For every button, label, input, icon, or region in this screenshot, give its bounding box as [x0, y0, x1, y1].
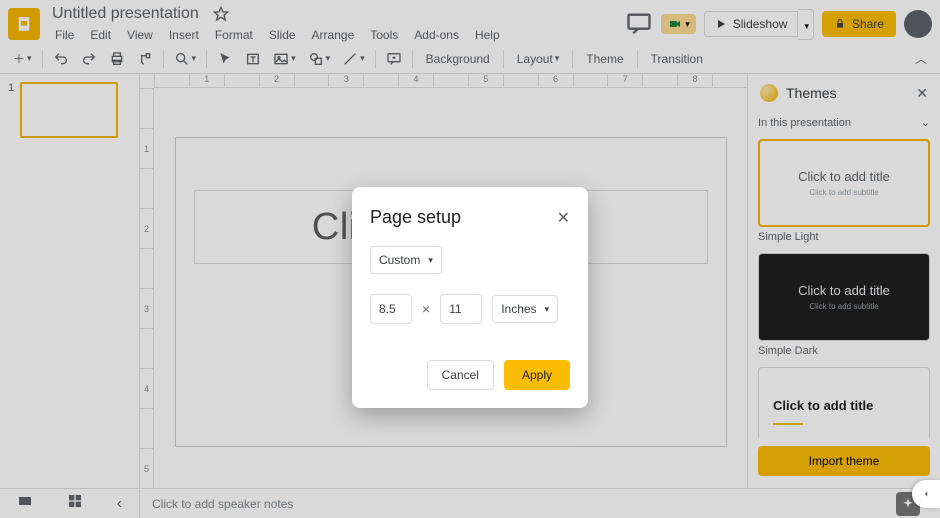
- page-height-input[interactable]: [440, 294, 482, 324]
- dimension-separator-icon: ×: [422, 301, 430, 317]
- page-preset-select[interactable]: Custom▾: [370, 246, 442, 274]
- close-dialog-icon[interactable]: ✕: [557, 208, 570, 228]
- dialog-title: Page setup: [370, 207, 461, 228]
- page-setup-dialog: Page setup ✕ Custom▾ × Inches▾ Cancel Ap…: [352, 187, 588, 408]
- apply-button[interactable]: Apply: [504, 360, 570, 390]
- page-width-input[interactable]: [370, 294, 412, 324]
- page-unit-select[interactable]: Inches▾: [492, 295, 558, 323]
- side-panel-toggle[interactable]: [912, 480, 940, 508]
- cancel-button[interactable]: Cancel: [427, 360, 494, 390]
